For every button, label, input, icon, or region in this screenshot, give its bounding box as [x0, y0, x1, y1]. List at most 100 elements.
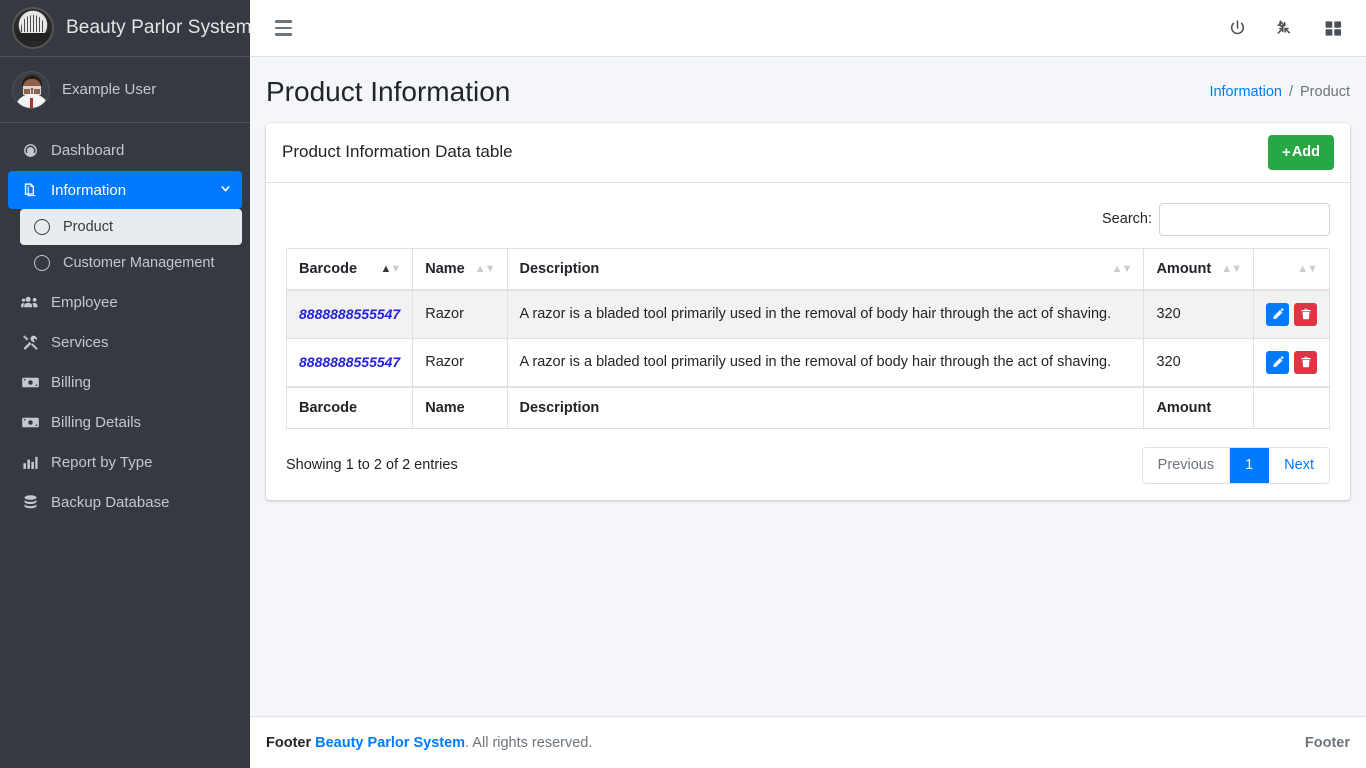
breadcrumb-separator: /: [1288, 83, 1294, 100]
chart-bar-icon: [18, 453, 42, 471]
sidebar-item-label: Services: [51, 333, 109, 351]
page-title: Product Information: [266, 76, 511, 107]
sort-icon: ▲▼: [1111, 262, 1133, 275]
sidebar-item-label: Report by Type: [51, 453, 153, 471]
trash-icon: [1300, 356, 1312, 368]
edit-button[interactable]: [1266, 302, 1289, 326]
add-button-label: Add: [1291, 144, 1320, 161]
user-panel[interactable]: Example User: [0, 57, 250, 123]
pencil-icon: [1272, 356, 1284, 368]
entries-info: Showing 1 to 2 of 2 entries: [286, 457, 458, 474]
pagination-previous[interactable]: Previous: [1142, 447, 1231, 483]
sidebar-item-report-by-type[interactable]: Report by Type: [8, 443, 242, 481]
sidebar: Beauty Parlor System Example User Dashbo…: [0, 0, 252, 768]
column-header-name[interactable]: Name ▲▼: [412, 247, 508, 291]
datatable-footer: Showing 1 to 2 of 2 entries Previous 1 N…: [286, 429, 1330, 484]
table-body: 8888888555547 Razor A razor is a bladed …: [285, 289, 1330, 388]
sidebar-item-employee[interactable]: Employee: [8, 283, 242, 321]
breadcrumb-link-information[interactable]: Information: [1209, 84, 1282, 100]
table-head: Barcode ▲▼ Name ▲▼ Description ▲▼ Amount…: [285, 247, 1330, 291]
search-input[interactable]: [1159, 202, 1330, 236]
pencil-icon: [1272, 308, 1284, 320]
barcode-link[interactable]: 8888888555547: [299, 354, 400, 370]
sidebar-item-label: Billing: [51, 373, 92, 391]
column-header-barcode[interactable]: Barcode ▲▼: [285, 247, 414, 291]
sidebar-item-label: Backup Database: [51, 493, 170, 511]
cell-amount: 320: [1143, 337, 1254, 388]
sidebar-item-product[interactable]: Product: [20, 209, 242, 245]
brand-link[interactable]: Beauty Parlor System: [0, 0, 252, 57]
pagination-next[interactable]: Next: [1269, 447, 1329, 483]
cell-actions: [1253, 289, 1330, 339]
copy-files-icon: [18, 181, 42, 199]
barcode-link[interactable]: 8888888555547: [299, 306, 400, 322]
bars-icon[interactable]: [266, 11, 300, 45]
footer-cell-actions: [1253, 385, 1330, 429]
sidebar-item-billing[interactable]: Billing: [8, 363, 242, 401]
column-header-label: Amount: [1156, 260, 1212, 277]
sidebar-item-billing-details[interactable]: Billing Details: [8, 403, 242, 441]
delete-button[interactable]: [1294, 350, 1317, 374]
sort-icon: ▲▼: [1221, 262, 1242, 275]
sidebar-subitem-label: Product: [63, 219, 113, 235]
column-header-description[interactable]: Description ▲▼: [506, 247, 1145, 291]
chevron-down-icon: [219, 182, 232, 198]
power-off-icon[interactable]: [1220, 11, 1254, 45]
cell-description: A razor is a bladed tool primarily used …: [506, 337, 1145, 388]
sidebar-item-dashboard[interactable]: Dashboard: [8, 131, 242, 169]
sidebar-item-label: Information: [51, 181, 127, 199]
main-navbar: [250, 0, 1366, 57]
circle-icon: [30, 254, 54, 272]
pagination-page-1[interactable]: 1: [1230, 447, 1270, 483]
sidebar-item-backup-database[interactable]: Backup Database: [8, 483, 242, 521]
cell-description: A razor is a bladed tool primarily used …: [506, 289, 1145, 339]
tools-icon: [18, 333, 42, 351]
column-header-label: Name: [425, 260, 465, 277]
content-wrapper: Product Information Information / Produc…: [250, 0, 1366, 768]
sort-icon: ▲▼: [474, 262, 496, 275]
sidebar-item-label: Dashboard: [51, 141, 125, 159]
cell-name: Razor: [412, 289, 508, 339]
table-header-row: Barcode ▲▼ Name ▲▼ Description ▲▼ Amount…: [285, 247, 1330, 291]
money-bill-icon: [18, 413, 42, 431]
user-avatar-icon: [12, 70, 50, 109]
sort-icon: ▲▼: [1297, 262, 1318, 275]
sidebar-nav: Dashboard Information Product Customer M…: [0, 123, 250, 521]
parlor-badge-logo-icon: [12, 7, 54, 49]
sidebar-item-label: Employee: [51, 293, 118, 311]
footer-cell-description: Description: [506, 385, 1145, 429]
breadcrumb: Information / Product: [1209, 84, 1350, 100]
footer-suffix: . All rights reserved.: [465, 734, 593, 751]
sidebar-item-label: Billing Details: [51, 413, 142, 431]
database-icon: [18, 493, 42, 511]
user-name: Example User: [62, 81, 157, 98]
search-label-wrap: Search:: [1102, 202, 1330, 236]
footer-cell-amount: Amount: [1143, 385, 1254, 429]
sidebar-item-information[interactable]: Information Product Customer Management: [8, 171, 242, 281]
th-large-grid-icon[interactable]: [1316, 11, 1350, 45]
card-title: Product Information Data table: [282, 142, 513, 162]
edit-button[interactable]: [1266, 350, 1289, 374]
card-body: Search: Barcode ▲▼ Name ▲▼ Description ▲…: [266, 183, 1350, 500]
footer-cell-barcode: Barcode: [285, 385, 414, 429]
cell-actions: [1253, 337, 1330, 388]
add-button[interactable]: + Add: [1268, 134, 1334, 170]
tachometer-icon: [18, 141, 42, 159]
cell-barcode: 8888888555547: [285, 337, 414, 388]
cell-barcode: 8888888555547: [285, 289, 414, 339]
money-bill-icon: [18, 373, 42, 391]
sort-icon: ▲▼: [380, 262, 401, 275]
cell-name: Razor: [412, 337, 508, 388]
sidebar-subitem-label: Customer Management: [63, 255, 215, 271]
table-foot: Barcode Name Description Amount: [285, 385, 1330, 429]
brand-title: Beauty Parlor System: [66, 17, 252, 38]
sidebar-item-services[interactable]: Services: [8, 323, 242, 361]
datatable-toolbar: Search:: [286, 195, 1330, 248]
sidebar-item-customer-management[interactable]: Customer Management: [20, 245, 242, 281]
delete-button[interactable]: [1294, 302, 1317, 326]
compress-arrows-icon[interactable]: [1268, 11, 1302, 45]
footer-brand-link[interactable]: Beauty Parlor System: [315, 735, 465, 751]
column-header-actions[interactable]: ▲▼: [1253, 247, 1330, 291]
table-footer-row: Barcode Name Description Amount: [285, 385, 1330, 429]
column-header-amount[interactable]: Amount ▲▼: [1143, 247, 1254, 291]
